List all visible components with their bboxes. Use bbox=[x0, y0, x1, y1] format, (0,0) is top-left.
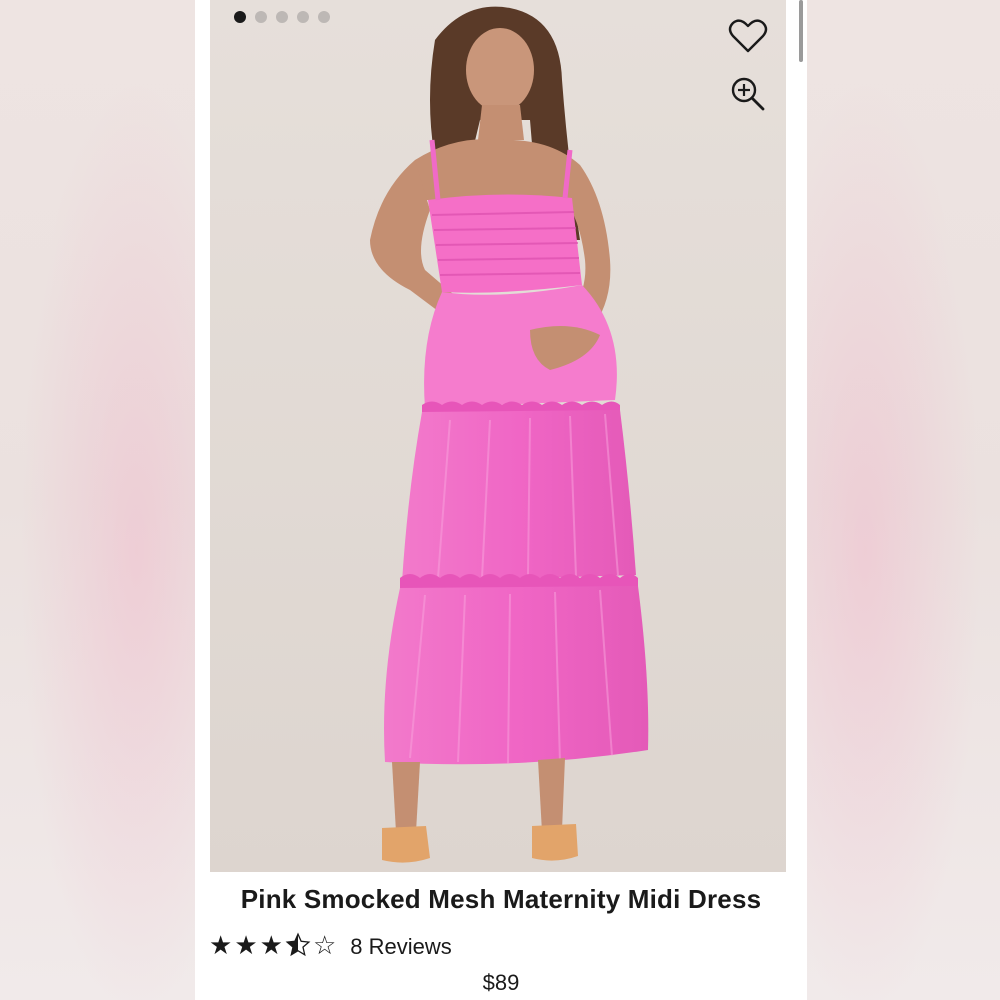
product-image[interactable] bbox=[210, 0, 786, 872]
star-filled-icon: ★ bbox=[259, 930, 283, 960]
gallery-pagination bbox=[234, 11, 330, 23]
gallery-dot-4[interactable] bbox=[297, 11, 309, 23]
background-blur-left bbox=[0, 0, 195, 1000]
zoom-button[interactable] bbox=[724, 70, 772, 118]
rating-stars: ★ ★ ★ ☆ bbox=[209, 932, 336, 962]
gallery-dot-5[interactable] bbox=[318, 11, 330, 23]
gallery-dot-2[interactable] bbox=[255, 11, 267, 23]
star-filled-icon: ★ bbox=[234, 930, 258, 960]
favorite-button[interactable] bbox=[724, 12, 772, 60]
star-filled-icon: ★ bbox=[209, 930, 233, 960]
heart-icon bbox=[728, 19, 768, 53]
star-empty-icon: ☆ bbox=[312, 930, 337, 960]
product-price: $89 bbox=[482, 970, 520, 995]
gallery-dot-3[interactable] bbox=[276, 11, 288, 23]
zoom-in-icon bbox=[731, 77, 765, 111]
rating-row[interactable]: ★ ★ ★ ☆ 8 Reviews bbox=[209, 932, 452, 962]
star-half-icon bbox=[285, 932, 311, 962]
product-title: Pink Smocked Mesh Maternity Midi Dress bbox=[240, 884, 762, 914]
product-photo-illustration bbox=[210, 0, 786, 872]
scrollbar[interactable] bbox=[799, 0, 803, 62]
gallery-dot-1[interactable] bbox=[234, 11, 246, 23]
background-blur-right bbox=[807, 0, 1000, 1000]
reviews-link[interactable]: 8 Reviews bbox=[350, 934, 451, 960]
product-screen: Pink Smocked Mesh Maternity Midi Dress ★… bbox=[195, 0, 807, 1000]
star-half-icon-shape bbox=[285, 932, 311, 957]
